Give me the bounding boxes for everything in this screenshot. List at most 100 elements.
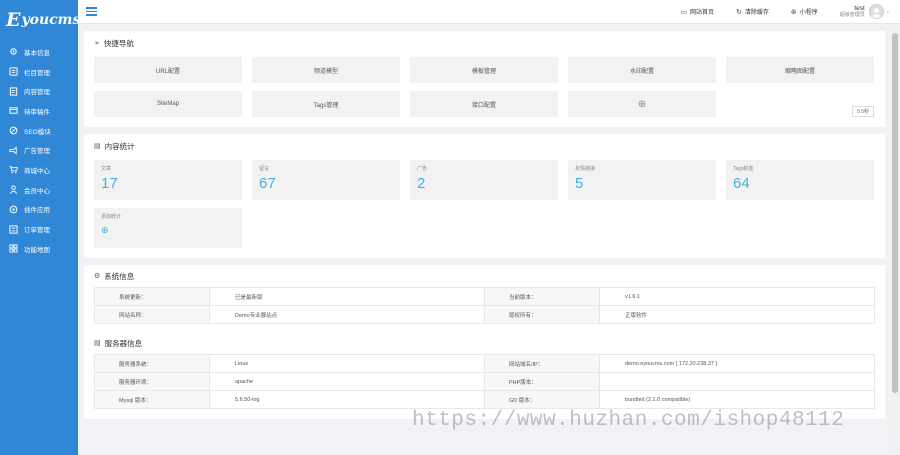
table-cell: 已是最新版 [209, 287, 485, 306]
quick-nav-watermark-config[interactable]: 水印配置 [568, 57, 716, 83]
sidebar-item-label: 栏目管理 [24, 69, 50, 77]
table-cell: demo.eyoucms.com [ 172.20.238.37 ] [599, 354, 875, 373]
table-cell: PHP版本： [484, 372, 600, 391]
mini-program-link[interactable]: ⊛ 小程序 [790, 7, 818, 17]
order-icon [9, 224, 18, 234]
clear-cache-link[interactable]: ↻ 清除缓存 [736, 7, 769, 17]
add-quick-nav-button[interactable]: ⊕ [568, 91, 716, 117]
stat-card-links[interactable]: 友情链接 5 [568, 160, 716, 200]
pending-icon [9, 106, 18, 115]
stat-label: Tags标签 [733, 166, 754, 172]
table-cell: 服务器环境： [94, 372, 210, 391]
stat-label: 友情链接 [575, 166, 596, 172]
cart-icon [9, 165, 18, 174]
table-row: Mysql 版本： 5.6.50-log GD 版本： bundled (2.1… [94, 390, 875, 409]
document-icon: ▤ [94, 143, 101, 150]
table-cell: apache [209, 372, 485, 391]
sidebar-item-ads[interactable]: 广告管理 [0, 140, 78, 160]
refresh-icon: ↻ [736, 8, 742, 16]
quick-nav-channel-model[interactable]: 频道模型 [252, 57, 400, 83]
user-info[interactable]: test 超级管理员 [840, 5, 865, 19]
sidebar-item-shop[interactable]: 商城中心 [0, 160, 78, 180]
document-icon [9, 87, 18, 96]
quick-nav-title: ➢ 快捷导航 [84, 31, 885, 55]
site-home-link[interactable]: ▭ 网站首页 [680, 7, 714, 17]
table-row: 网站名称： Demo专业展站点 版权所有： 正版软件 [94, 305, 875, 324]
sidebar-item-label: 基本信息 [24, 49, 50, 57]
sidebar-item-content[interactable]: 内容管理 [0, 81, 78, 101]
stat-value: 67 [259, 175, 276, 192]
table-cell: 服务器系统： [94, 354, 210, 373]
content-stats-panel: ▤ 内容统计 文章 17 留言 67 广告 2 友情链接 5 Tags标签 64 [84, 134, 885, 258]
quick-nav-sitemap[interactable]: SiteMap [94, 91, 242, 117]
stat-card-articles[interactable]: 文章 17 [94, 160, 242, 200]
quick-nav-api-config[interactable]: 接口配置 [410, 91, 558, 117]
monitor-icon: ▭ [680, 8, 687, 16]
clear-cache-label: 清除缓存 [744, 10, 769, 16]
menu-toggle-icon[interactable] [86, 7, 97, 16]
table-row: 服务器环境： apache PHP版本： [94, 372, 875, 391]
table-cell: Linux [209, 354, 485, 373]
scrollbar-thumb[interactable] [892, 33, 898, 393]
sidebar-item-members[interactable]: 会员中心 [0, 180, 78, 200]
stat-label: 留言 [259, 166, 270, 172]
table-row: 系统更新： 已是最新版 当前版本： v1.6.1 [94, 287, 875, 306]
stat-label: 文章 [101, 166, 112, 172]
top-header: ▭ 网站首页 ↻ 清除缓存 ⊛ 小程序 test 超级管理员 ⌄ [78, 0, 900, 24]
content-stats-grid: 文章 17 留言 67 广告 2 友情链接 5 Tags标签 64 添加统计 ⊕ [84, 158, 885, 258]
sidebar-item-plugins[interactable]: 插件应用 [0, 200, 78, 220]
sidebar-item-label: 订单管理 [24, 227, 50, 235]
table-cell: 网站域名/IP： [484, 354, 600, 373]
content-stats-title: ▤ 内容统计 [84, 134, 885, 158]
table-cell [599, 372, 875, 391]
table-cell: 网站名称： [94, 305, 210, 324]
table-cell: 版权所有： [484, 305, 600, 324]
quick-nav-grid: URL配置 频道模型 模板管理 水印配置 缩略图配置 SiteMap Tags管… [84, 55, 885, 127]
megaphone-icon [9, 146, 18, 155]
quick-nav-thumbnail-config[interactable]: 缩略图配置 [726, 57, 874, 83]
quick-nav-tags-manage[interactable]: Tags管理 [252, 91, 400, 117]
sitemap-icon [9, 67, 18, 76]
sidebar-item-basic-info[interactable]: 基本信息 [0, 42, 78, 62]
sort-tag[interactable]: 0.5秒 [852, 106, 874, 117]
miniapp-icon: ⊛ [790, 8, 797, 16]
quick-nav-template-manage[interactable]: 模板管理 [410, 57, 558, 83]
stat-card-ads[interactable]: 广告 2 [410, 160, 558, 200]
sidebar-item-label: SEO模块 [24, 128, 51, 136]
header-actions: ▭ 网站首页 ↻ 清除缓存 ⊛ 小程序 test 超级管理员 ⌄ [658, 0, 900, 24]
stat-value: 17 [101, 175, 118, 192]
sidebar-item-label: 会员中心 [24, 187, 50, 195]
system-info-title: ⚙ 系统信息 [84, 265, 885, 287]
sidebar-item-pending[interactable]: 待审稿件 [0, 101, 78, 121]
sidebar: Eyoucms 基本信息 栏目管理 内容管理 待审稿件 SEO模块 广告管理 商… [0, 0, 80, 455]
sidebar-item-label: 内容管理 [24, 89, 50, 97]
sidebar-item-columns[interactable]: 栏目管理 [0, 62, 78, 82]
chevron-down-icon[interactable]: ⌄ [886, 9, 890, 15]
table-cell: 5.6.50-log [209, 390, 485, 409]
sidebar-item-function-map[interactable]: 功能地图 [0, 239, 78, 259]
watermark-text: https://www.huzhan.com/ishop48112 [412, 409, 845, 432]
sidebar-item-orders[interactable]: 订单管理 [0, 219, 78, 239]
logo[interactable]: Eyoucms [0, 0, 80, 40]
sidebar-item-label: 插件应用 [24, 207, 50, 215]
system-info-title-text: 系统信息 [104, 271, 135, 281]
sidebar-item-label: 商城中心 [24, 167, 50, 175]
user-icon [9, 185, 18, 195]
quick-nav-url-config[interactable]: URL配置 [94, 57, 242, 83]
server-icon: ▤ [94, 340, 101, 347]
quick-nav-panel: ➢ 快捷导航 URL配置 频道模型 模板管理 水印配置 缩略图配置 SiteMa… [84, 31, 885, 127]
sidebar-item-label: 功能地图 [24, 246, 50, 254]
plus-circle-icon[interactable]: ⊕ [101, 225, 235, 236]
stat-value: 5 [575, 175, 584, 192]
quick-nav-title-text: 快捷导航 [103, 38, 134, 48]
stat-card-tags[interactable]: Tags标签 64 [726, 160, 874, 200]
stat-card-messages[interactable]: 留言 67 [252, 160, 400, 200]
sidebar-item-seo[interactable]: SEO模块 [0, 121, 78, 141]
stat-value: 2 [417, 175, 426, 192]
avatar[interactable] [868, 4, 884, 19]
add-stat-card[interactable]: 添加统计 ⊕ [94, 208, 242, 248]
table-row: 服务器系统： Linux 网站域名/IP： demo.eyoucms.com [… [94, 354, 875, 373]
server-info-title-text: 服务器信息 [104, 338, 143, 348]
vertical-scrollbar[interactable] [890, 24, 900, 455]
user-name: test [854, 4, 865, 12]
